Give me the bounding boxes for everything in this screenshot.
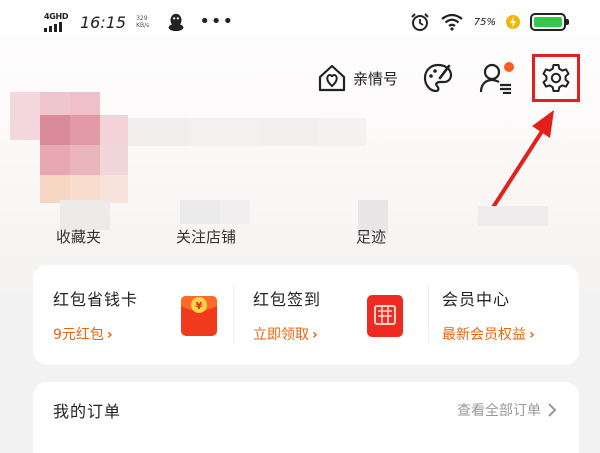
view-all-orders-label: 查看全部订单 <box>457 403 541 419</box>
chevron-right-icon: › <box>312 327 318 343</box>
status-bar: 4GHD 16:15 329 KB/s ••• 75% <box>0 0 600 44</box>
benefit-title: 红包省钱卡 <box>53 290 139 309</box>
benefits-card: 红包省钱卡 9元红包 › ¥ 红包签到 立即领取 › 会员中心 最新会员权益 › <box>33 265 579 365</box>
benefit-subtitle: 9元红包 › <box>53 324 179 344</box>
benefit-subtitle-text: 9元红包 <box>53 327 104 343</box>
stats-row: 收藏夹 关注店铺 足迹 <box>0 226 600 250</box>
family-account-button[interactable]: 亲情号 <box>317 63 398 93</box>
chevron-right-icon: › <box>106 327 113 343</box>
stat-favorites[interactable]: 收藏夹 <box>56 226 101 247</box>
account-info-button[interactable] <box>478 60 514 96</box>
orders-title: 我的订单 <box>53 402 122 421</box>
battery-percent: 75% <box>473 16 496 28</box>
benefit-checkin[interactable]: 红包签到 立即领取 › <box>233 265 428 365</box>
header-actions: 亲情号 <box>317 52 580 104</box>
notification-dot <box>504 62 514 72</box>
benefit-title: 红包签到 <box>253 290 322 309</box>
benefit-subtitle-text: 最新会员权益 <box>442 327 526 343</box>
view-all-orders-link[interactable]: 查看全部订单 <box>457 400 557 420</box>
alarm-clock-icon <box>411 13 429 31</box>
red-envelope-open-icon <box>367 295 403 337</box>
network-type: 4GHD <box>44 11 69 21</box>
battery-icon <box>530 13 569 31</box>
benefit-savings-card[interactable]: 红包省钱卡 9元红包 › ¥ <box>33 265 233 365</box>
family-house-icon <box>318 64 346 92</box>
benefit-title: 会员中心 <box>442 290 511 309</box>
more-notifications-icon: ••• <box>199 11 235 32</box>
cellular-signal-icon: 4GHD <box>44 11 70 32</box>
benefit-subtitle: 最新会员权益 › <box>442 324 535 344</box>
benefit-subtitle-text: 立即领取 <box>253 327 309 343</box>
svg-text:¥: ¥ <box>196 301 203 312</box>
battery-fill <box>534 17 562 27</box>
red-envelope-yuan-icon: ¥ <box>181 296 217 336</box>
settings-button[interactable] <box>532 54 580 102</box>
network-speed: 329 KB/s <box>136 15 149 29</box>
gear-icon <box>542 64 570 92</box>
chevron-right-icon <box>548 403 557 417</box>
wifi-icon <box>441 13 463 31</box>
stat-followed-shops[interactable]: 关注店铺 <box>176 226 236 247</box>
annotation-arrow <box>488 110 554 214</box>
chevron-right-icon: › <box>529 327 535 343</box>
benefit-member-center[interactable]: 会员中心 最新会员权益 › <box>428 265 579 365</box>
theme-skin-button[interactable] <box>420 60 456 96</box>
family-account-label: 亲情号 <box>352 69 398 88</box>
benefit-subtitle: 立即领取 › <box>253 324 365 344</box>
speed-value: 329 <box>136 15 148 22</box>
orders-card: 我的订单 查看全部订单 <box>33 382 579 453</box>
charging-bolt-icon <box>506 15 520 29</box>
orders-header: 我的订单 查看全部订单 <box>33 382 579 438</box>
stat-footprints[interactable]: 足迹 <box>356 226 386 247</box>
speed-unit: KB/s <box>136 22 150 29</box>
clock: 16:15 <box>80 12 127 32</box>
palette-brush-icon <box>423 63 453 93</box>
qq-penguin-icon <box>168 13 184 32</box>
